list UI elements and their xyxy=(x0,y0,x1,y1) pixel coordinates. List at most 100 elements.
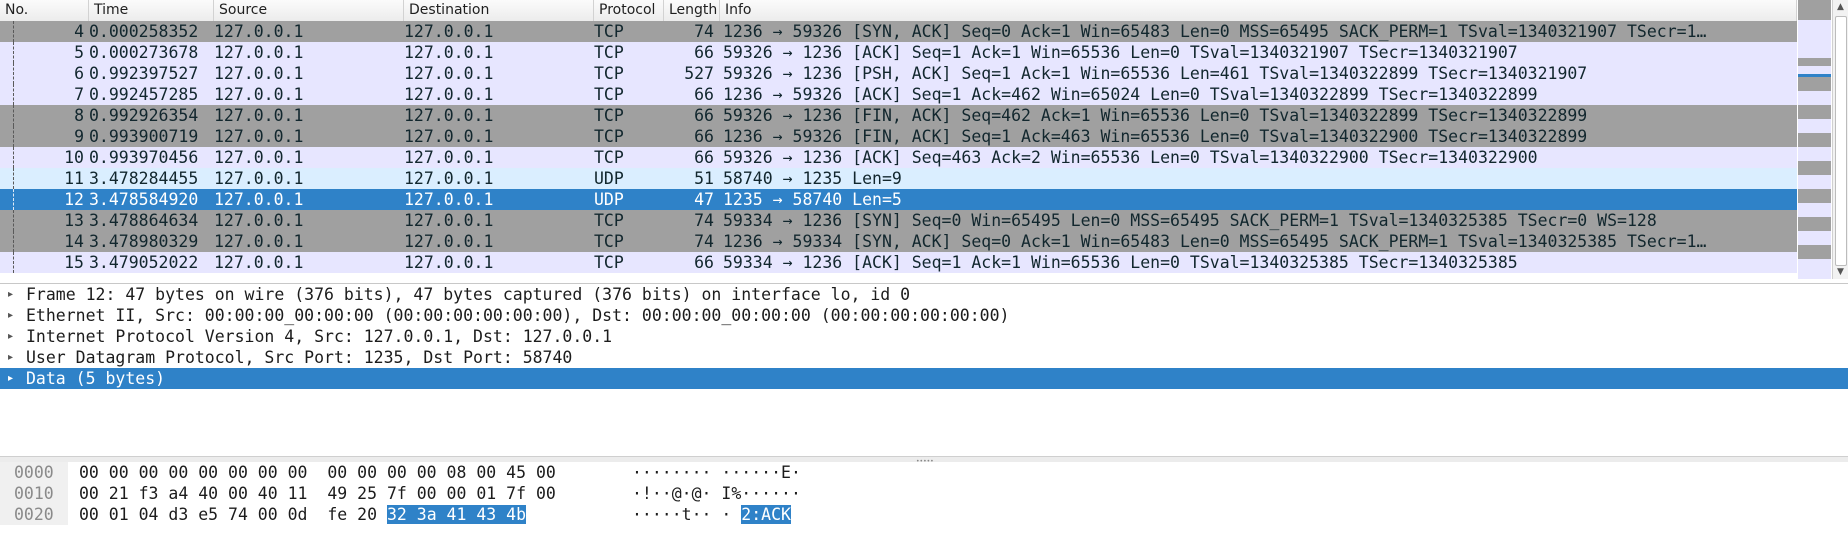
packet-row[interactable]: 12 3.478584920 127.0.0.1 127.0.0.1 UDP 47 1235… xyxy=(0,189,1797,210)
packet-protocol: UDP xyxy=(594,169,624,188)
packet-source: 127.0.0.1 xyxy=(214,211,304,230)
packet-row[interactable]: 9 0.993900719 127.0.0.1 127.0.0.1 TCP 66 1236 … xyxy=(0,126,1797,147)
packet-info: 59326 → 1236 [FIN, ACK] Seq=462 Ack=1 Wi… xyxy=(723,106,1588,125)
column-header-length[interactable]: Length xyxy=(664,0,720,21)
column-header-time[interactable]: Time xyxy=(89,0,214,21)
packet-protocol: TCP xyxy=(594,232,624,251)
packet-row[interactable]: 8 0.992926354 127.0.0.1 127.0.0.1 TCP 66 59326… xyxy=(0,105,1797,126)
hex-text: 00 21 f3 a4 40 00 40 11 49 25 7f 00 00 0… xyxy=(79,484,556,503)
bytes-row[interactable]: 0020 00 01 04 d3 e5 74 00 0d fe 20 32 3a … xyxy=(0,504,1848,525)
hex-highlight: 32 3a 41 43 4b xyxy=(386,505,527,524)
bytes-hex: 00 00 00 00 00 00 00 00 00 00 00 00 08 0… xyxy=(79,462,556,483)
expand-triangle-icon[interactable]: ▸ xyxy=(8,284,18,305)
packet-row[interactable]: 5 0.000273678 127.0.0.1 127.0.0.1 TCP 66 59326… xyxy=(0,42,1797,63)
packet-info: 59326 → 1236 [PSH, ACK] Seq=1 Ack=1 Win=… xyxy=(723,64,1588,83)
column-header-source[interactable]: Source xyxy=(214,0,404,21)
column-header-destination[interactable]: Destination xyxy=(404,0,594,21)
packet-source: 127.0.0.1 xyxy=(214,43,304,62)
hex-text: 00 01 04 d3 e5 74 00 0d fe 20 xyxy=(79,505,387,524)
packet-no: 5 xyxy=(74,43,84,62)
packet-destination: 127.0.0.1 xyxy=(404,85,494,104)
detail-tree-label: Frame 12: 47 bytes on wire (376 bits), 4… xyxy=(26,285,911,304)
bytes-hex: 00 21 f3 a4 40 00 40 11 49 25 7f 00 00 0… xyxy=(79,483,556,504)
packet-row[interactable]: 13 3.478864634 127.0.0.1 127.0.0.1 TCP 74 5933… xyxy=(0,210,1797,231)
detail-tree-item[interactable]: ▸ User Datagram Protocol, Src Port: 1235,… xyxy=(0,347,1848,368)
packet-info: 58740 → 1235 Len=9 xyxy=(723,169,902,188)
packet-row[interactable]: 15 3.479052022 127.0.0.1 127.0.0.1 TCP 66 5933… xyxy=(0,252,1797,273)
packet-row[interactable]: 4 0.000258352 127.0.0.1 127.0.0.1 TCP 74 1236 … xyxy=(0,21,1797,42)
packet-length: 66 xyxy=(694,127,714,146)
packet-length: 66 xyxy=(694,106,714,125)
packet-list-scrollbar[interactable]: ▲ ▼ xyxy=(1832,0,1848,279)
packet-destination: 127.0.0.1 xyxy=(404,232,494,251)
packet-time: 3.478980329 xyxy=(89,232,199,251)
packet-time: 0.000273678 xyxy=(89,43,199,62)
packet-no: 8 xyxy=(74,106,84,125)
bytes-row[interactable]: 0010 00 21 f3 a4 40 00 40 11 49 25 7f 00 … xyxy=(0,483,1848,504)
detail-tree-label: User Datagram Protocol, Src Port: 1235, … xyxy=(26,348,573,367)
bytes-row[interactable]: 0000 00 00 00 00 00 00 00 00 00 00 00 00 … xyxy=(0,462,1848,483)
packet-no: 4 xyxy=(74,22,84,41)
packet-row[interactable]: 14 3.478980329 127.0.0.1 127.0.0.1 TCP 74 1236… xyxy=(0,231,1797,252)
packet-time: 0.992926354 xyxy=(89,106,199,125)
packet-minimap[interactable] xyxy=(1798,0,1831,279)
packet-protocol: TCP xyxy=(594,85,624,104)
packet-row[interactable]: 7 0.992457285 127.0.0.1 127.0.0.1 TCP 66 1236 … xyxy=(0,84,1797,105)
packet-destination: 127.0.0.1 xyxy=(404,127,494,146)
packet-length: 74 xyxy=(694,211,714,230)
hex-text: 00 00 00 00 00 00 00 00 00 00 00 00 08 0… xyxy=(79,463,556,482)
packet-no: 11 xyxy=(64,169,84,188)
expand-triangle-icon[interactable]: ▸ xyxy=(8,368,18,389)
packet-info: 1236 → 59326 [SYN, ACK] Seq=0 Ack=1 Win=… xyxy=(723,22,1707,41)
detail-tree-item[interactable]: ▸ Data (5 bytes) xyxy=(0,368,1848,389)
detail-tree-item[interactable]: ▸ Internet Protocol Version 4, Src: 127.0… xyxy=(0,326,1848,347)
column-header-no[interactable]: No. xyxy=(0,0,89,21)
packet-no: 9 xyxy=(74,127,84,146)
scroll-down-arrow-icon[interactable]: ▼ xyxy=(1833,265,1848,279)
packet-destination: 127.0.0.1 xyxy=(404,190,494,209)
packet-row[interactable]: 6 0.992397527 127.0.0.1 127.0.0.1 TCP 527 5932… xyxy=(0,63,1797,84)
packet-destination: 127.0.0.1 xyxy=(404,22,494,41)
packet-info: 59326 → 1236 [ACK] Seq=463 Ack=2 Win=655… xyxy=(723,148,1538,167)
packet-row[interactable]: 11 3.478284455 127.0.0.1 127.0.0.1 UDP 51 5874… xyxy=(0,168,1797,189)
packet-source: 127.0.0.1 xyxy=(214,127,304,146)
packet-source: 127.0.0.1 xyxy=(214,190,304,209)
packet-length: 527 xyxy=(684,64,714,83)
expand-triangle-icon[interactable]: ▸ xyxy=(8,326,18,347)
scroll-up-arrow-icon[interactable]: ▲ xyxy=(1833,0,1848,14)
packet-source: 127.0.0.1 xyxy=(214,232,304,251)
bytes-ascii: ·!··@·@· I%······ xyxy=(632,483,801,504)
packet-destination: 127.0.0.1 xyxy=(404,64,494,83)
scrollbar-thumb[interactable] xyxy=(1835,16,1847,266)
packet-info: 59334 → 1236 [SYN] Seq=0 Win=65495 Len=0… xyxy=(723,211,1657,230)
packet-destination: 127.0.0.1 xyxy=(404,211,494,230)
packet-time: 3.479052022 xyxy=(89,253,199,272)
bytes-offset: 0010 xyxy=(0,483,68,504)
packet-source: 127.0.0.1 xyxy=(214,148,304,167)
ascii-text: ·····t·· · xyxy=(632,505,742,524)
ascii-text: ·!··@·@· I%······ xyxy=(632,484,801,503)
packet-destination: 127.0.0.1 xyxy=(404,106,494,125)
expand-triangle-icon[interactable]: ▸ xyxy=(8,347,18,368)
detail-tree-label: Data (5 bytes) xyxy=(26,369,166,388)
packet-length: 74 xyxy=(694,22,714,41)
packet-row[interactable]: 10 0.993970456 127.0.0.1 127.0.0.1 TCP 66 5932… xyxy=(0,147,1797,168)
packet-time: 0.000258352 xyxy=(89,22,199,41)
ascii-text: ········ ······E· xyxy=(632,463,801,482)
bytes-ascii: ········ ······E· xyxy=(632,462,801,483)
detail-tree-item[interactable]: ▸ Frame 12: 47 bytes on wire (376 bits), … xyxy=(0,284,1848,305)
packet-info: 1235 → 58740 Len=5 xyxy=(723,190,902,209)
bytes-offset: 0020 xyxy=(0,504,68,525)
column-header-protocol[interactable]: Protocol xyxy=(594,0,664,21)
bytes-offset: 0000 xyxy=(0,462,68,483)
expand-triangle-icon[interactable]: ▸ xyxy=(8,305,18,326)
packet-list-header: No. Time Source Destination Protocol Len… xyxy=(0,0,1797,22)
packet-source: 127.0.0.1 xyxy=(214,64,304,83)
packet-bytes-pane: 0000 00 00 00 00 00 00 00 00 00 00 00 00 … xyxy=(0,462,1848,533)
packet-list[interactable]: No. Time Source Destination Protocol Len… xyxy=(0,0,1848,279)
packet-destination: 127.0.0.1 xyxy=(404,169,494,188)
column-header-info[interactable]: Info xyxy=(720,0,1797,21)
packet-protocol: TCP xyxy=(594,211,624,230)
packet-time: 3.478284455 xyxy=(89,169,199,188)
detail-tree-item[interactable]: ▸ Ethernet II, Src: 00:00:00_00:00:00 (00… xyxy=(0,305,1848,326)
